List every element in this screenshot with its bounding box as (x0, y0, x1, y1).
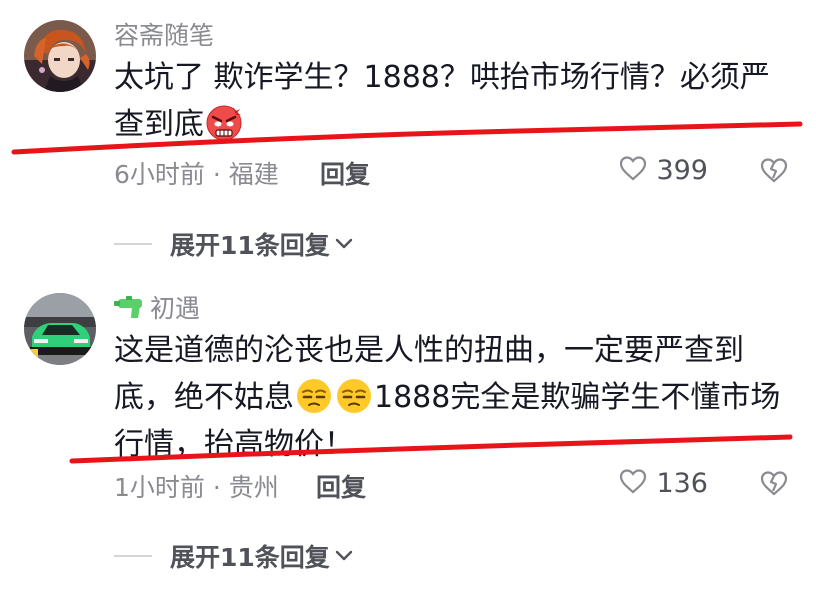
expand-replies-button[interactable]: 展开11条回复 (114, 226, 354, 262)
avatar[interactable] (24, 293, 96, 365)
chevron-down-icon (334, 237, 354, 251)
broken-heart-icon (758, 471, 790, 501)
angry-face-icon (205, 103, 243, 141)
comment-line: 行情，抬高物价！ (114, 427, 354, 462)
username[interactable]: 初遇 (114, 289, 200, 325)
heart-icon (618, 467, 648, 499)
reply-button[interactable]: 回复 (320, 155, 370, 191)
water-gun-icon (114, 294, 146, 320)
expand-replies-button[interactable]: 展开11条回复 (114, 538, 354, 574)
reply-button[interactable]: 回复 (316, 468, 366, 504)
comment-line: 1888完全是欺骗学生不懂市场 (374, 380, 781, 415)
dislike-button[interactable] (758, 156, 790, 188)
like-count: 136 (656, 467, 708, 499)
avatar[interactable] (24, 20, 96, 92)
dislike-button[interactable] (758, 469, 790, 501)
like-button[interactable]: 136 (618, 467, 708, 499)
broken-heart-icon (758, 158, 790, 188)
comment-line: 太坑了 欺诈学生？1888？哄抬市场行情？必须严 (114, 60, 770, 95)
divider (114, 243, 152, 245)
comment-text: 太坑了 欺诈学生？1888？哄抬市场行情？必须严 查到底 (114, 54, 804, 148)
heart-icon (618, 154, 648, 186)
unamused-face-icon (295, 376, 333, 414)
username[interactable]: 容斋随笔 (114, 16, 214, 52)
expand-replies-label: 展开11条回复 (170, 231, 330, 260)
comment-item-2: 初遇 这是道德的沦丧也是人性的扭曲，一定要严查到 底，绝不姑息 1888完全是欺… (0, 275, 816, 593)
comment-line: 查到底 (114, 107, 204, 142)
comment-time-location: 1小时前 · 贵州 (114, 473, 279, 502)
comment-line: 这是道德的沦丧也是人性的扭曲，一定要严查到 (114, 333, 744, 368)
expand-replies-label: 展开11条回复 (170, 543, 330, 572)
comment-item-1: 容斋随笔 太坑了 欺诈学生？1888？哄抬市场行情？必须严 查到底 6小时前 ·… (0, 0, 816, 275)
comment-time-location: 6小时前 · 福建 (114, 160, 279, 189)
divider (114, 555, 152, 557)
unamused-face-icon (335, 376, 373, 414)
comment-line: 底，绝不姑息 (114, 380, 294, 415)
username-label: 初遇 (150, 294, 201, 323)
comment-text: 这是道德的沦丧也是人性的扭曲，一定要严查到 底，绝不姑息 1888完全是欺骗学生… (114, 327, 804, 468)
like-button[interactable]: 399 (618, 154, 708, 186)
chevron-down-icon (334, 549, 354, 563)
like-count: 399 (656, 154, 708, 186)
